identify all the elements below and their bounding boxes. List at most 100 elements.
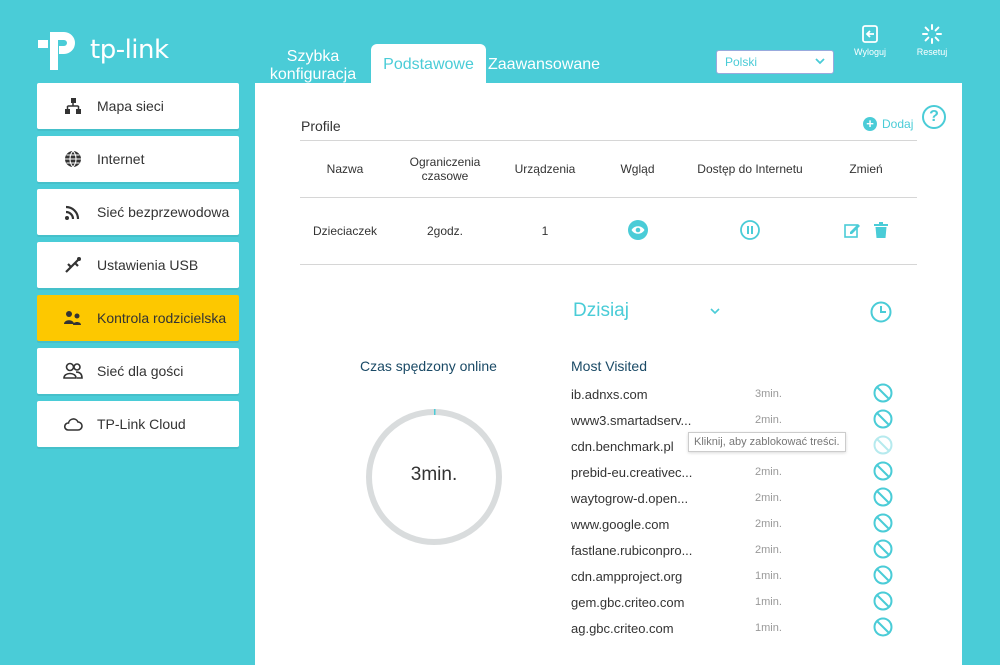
block-icon[interactable] — [873, 539, 893, 562]
list-item: ag.gbc.criteo.com 1min. — [571, 615, 901, 641]
site-time: 2min. — [755, 492, 782, 504]
tab-quick-setup[interactable]: Szybka konfiguracja — [264, 48, 362, 84]
sidebar-item-cloud[interactable]: TP-Link Cloud — [37, 401, 239, 447]
add-profile-button[interactable]: + Dodaj — [863, 117, 913, 131]
site-time: 1min. — [755, 622, 782, 634]
logout-icon — [862, 25, 878, 43]
help-icon[interactable]: ? — [922, 105, 946, 129]
sidebar-item-parental-control[interactable]: Kontrola rodzicielska — [37, 295, 239, 341]
site-name: ib.adnxs.com — [571, 386, 648, 402]
table-header: Nazwa Ograniczenia czasowe Urządzenia Wg… — [300, 141, 917, 197]
family-icon — [63, 308, 83, 328]
column-header: Ograniczenia czasowe — [409, 155, 481, 183]
site-name: fastlane.rubiconpro... — [571, 542, 693, 558]
logout-label: Wyloguj — [854, 47, 886, 57]
list-item: www.google.com 2min. — [571, 511, 901, 537]
tab-advanced[interactable]: Zaawansowane — [488, 56, 600, 74]
site-time: 2min. — [755, 414, 782, 426]
plus-icon: + — [863, 117, 877, 131]
column-header: Zmień — [849, 162, 883, 176]
reset-label: Resetuj — [916, 47, 948, 57]
most-visited-list: ib.adnxs.com 3min. www3.smartadserv... 2… — [571, 381, 901, 641]
sidebar-item-label: Sieć dla gości — [97, 363, 184, 379]
block-icon[interactable] — [873, 487, 893, 510]
site-name: gem.gbc.criteo.com — [571, 594, 685, 610]
block-icon[interactable] — [873, 435, 893, 458]
brand-name: tp-link — [90, 35, 169, 65]
block-icon[interactable] — [873, 409, 893, 432]
table-row: Dzieciaczek 2godz. 1 — [300, 198, 917, 264]
language-selected-value: Polski — [725, 55, 758, 69]
column-header: Wgląd — [620, 162, 655, 176]
pause-icon[interactable] — [740, 219, 760, 243]
logout-button[interactable]: Wyloguj — [848, 24, 892, 57]
sidebar-item-label: Mapa sieci — [97, 98, 164, 114]
edit-icon[interactable] — [844, 222, 861, 241]
block-tooltip: Kliknij, aby zablokować treści. — [688, 432, 846, 452]
list-item: waytogrow-d.open... 2min. — [571, 485, 901, 511]
block-icon[interactable] — [873, 461, 893, 484]
block-icon[interactable] — [873, 565, 893, 588]
trash-icon[interactable] — [873, 221, 888, 241]
site-name: www3.smartadserv... — [571, 412, 692, 428]
column-header: Urządzenia — [514, 162, 576, 176]
tp-link-logo-mark — [36, 26, 84, 74]
tab-basic[interactable]: Podstawowe — [371, 44, 486, 84]
profile-time-limit: 2godz. — [426, 224, 464, 238]
guests-icon — [63, 361, 83, 381]
eye-icon[interactable] — [627, 219, 648, 243]
site-name: waytogrow-d.open... — [571, 490, 689, 506]
sidebar-item-label: Ustawienia USB — [97, 257, 199, 273]
site-time: 1min. — [755, 596, 782, 608]
site-name: www.google.com — [571, 516, 670, 532]
sidebar-item-guest-network[interactable]: Sieć dla gości — [37, 348, 239, 394]
site-time: 2min. — [755, 544, 782, 556]
site-name: ag.gbc.criteo.com — [571, 620, 674, 636]
globe-icon — [63, 149, 83, 169]
profiles-title: Profile — [301, 118, 341, 134]
add-profile-label: Dodaj — [882, 117, 914, 131]
usb-icon — [63, 255, 83, 275]
time-online-value: 3min. — [410, 464, 458, 485]
list-item: prebid-eu.creativec... 2min. — [571, 459, 901, 485]
list-item: www3.smartadserv... 2min. — [571, 407, 901, 433]
reset-button[interactable]: Resetuj — [910, 24, 954, 57]
list-item: cdn.ampproject.org 1min. — [571, 563, 901, 589]
profile-devices: 1 — [541, 224, 549, 238]
chevron-down-icon[interactable] — [710, 304, 720, 318]
site-name: prebid-eu.creativec... — [571, 464, 693, 480]
profile-name: Dzieciaczek — [312, 224, 378, 238]
time-online-label: Czas spędzony online — [360, 358, 497, 374]
reset-icon — [922, 24, 942, 44]
site-time: 2min. — [755, 466, 782, 478]
site-time: 3min. — [755, 388, 782, 400]
block-icon[interactable] — [873, 617, 893, 640]
chevron-down-icon — [815, 55, 825, 69]
list-item: fastlane.rubiconpro... 2min. — [571, 537, 901, 563]
sidebar-item-internet[interactable]: Internet — [37, 136, 239, 182]
list-item: ib.adnxs.com 3min. — [571, 381, 901, 407]
block-icon[interactable] — [873, 383, 893, 406]
cloud-icon — [63, 414, 83, 434]
sidebar-item-label: Sieć bezprzewodowa — [97, 204, 230, 220]
sidebar-item-label: Internet — [97, 151, 145, 167]
main-panel: Profile + Dodaj Nazwa Ograniczenia czaso… — [255, 83, 962, 665]
most-visited-title: Most Visited — [571, 358, 647, 374]
sidebar-item-network-map[interactable]: Mapa sieci — [37, 83, 239, 129]
network-map-icon — [63, 96, 83, 116]
wifi-icon — [63, 202, 83, 222]
block-icon[interactable] — [873, 513, 893, 536]
site-name: cdn.ampproject.org — [571, 568, 683, 584]
period-selector[interactable]: Dzisiaj — [573, 300, 629, 322]
block-icon[interactable] — [873, 591, 893, 614]
language-select[interactable]: Polski — [716, 50, 834, 74]
column-header: Nazwa — [326, 162, 364, 176]
divider — [300, 264, 917, 265]
sidebar-item-label: TP-Link Cloud — [97, 416, 186, 432]
tp-link-logo: tp-link — [36, 26, 169, 74]
clock-icon[interactable] — [870, 301, 892, 328]
sidebar-item-usb[interactable]: Ustawienia USB — [37, 242, 239, 288]
sidebar-item-wireless[interactable]: Sieć bezprzewodowa — [37, 189, 239, 235]
sidebar-item-label: Kontrola rodzicielska — [97, 310, 227, 326]
column-header: Dostęp do Internetu — [697, 162, 803, 176]
